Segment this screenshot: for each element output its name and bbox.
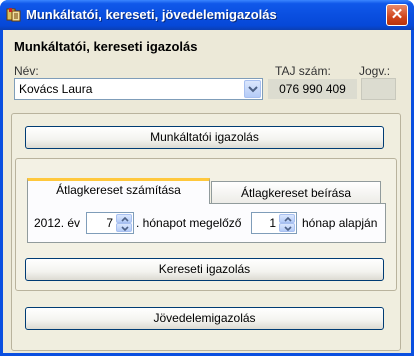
name-combobox[interactable]: Kovács Laura	[14, 78, 263, 100]
months-decrement-button[interactable]	[279, 223, 295, 232]
window-title: Munkáltatói, kereseti, jövedelemigazolás	[26, 7, 277, 22]
month-decrement-button[interactable]	[116, 223, 132, 232]
months-count-stepper[interactable]: 1	[251, 212, 297, 234]
title-bar[interactable]: Munkáltatói, kereseti, jövedelemigazolás…	[0, 0, 414, 30]
income-certificate-button[interactable]: Jövedelemigazolás	[25, 307, 384, 330]
application-window: Munkáltatói, kereseti, jövedelemigazolás…	[0, 0, 414, 356]
app-window-icon	[6, 7, 22, 23]
month-stepper[interactable]: 7	[86, 212, 134, 234]
spin-up-icon	[284, 217, 292, 222]
tab-average-calculation[interactable]: Átlagkereset számítása	[27, 178, 210, 204]
close-icon: ✕	[390, 6, 404, 23]
months-increment-button[interactable]	[279, 214, 295, 223]
tab-average-entry[interactable]: Átlagkereset beírása	[211, 181, 381, 204]
name-combobox-value: Kovács Laura	[19, 82, 93, 96]
window-client-area: Munkáltatói, kereseti igazolás Név: TAJ …	[3, 30, 411, 353]
jogv-field	[361, 78, 396, 100]
close-button[interactable]: ✕	[386, 4, 408, 26]
year-label: 2012. év	[34, 216, 81, 230]
month-value: 7	[106, 216, 113, 230]
jogv-label: Jogv.:	[359, 64, 391, 78]
spin-down-icon	[121, 226, 129, 231]
earnings-certificate-button[interactable]: Kereseti igazolás	[25, 258, 384, 281]
employer-certificate-button[interactable]: Munkáltatói igazolás	[25, 126, 384, 149]
name-label: Név:	[14, 64, 39, 78]
months-count-value: 1	[269, 216, 276, 230]
month-increment-button[interactable]	[116, 214, 132, 223]
name-dropdown-button[interactable]	[244, 80, 261, 98]
chevron-down-icon	[248, 86, 258, 93]
page-title: Munkáltatói, kereseti igazolás	[14, 39, 198, 54]
taj-label: TAJ szám:	[275, 64, 331, 78]
tab-content: 2012. év 7 . hónapot megelőző 1 hónap al…	[27, 203, 386, 243]
month-suffix-label: . hónapot megelőző	[136, 216, 242, 230]
spin-down-icon	[284, 226, 292, 231]
months-suffix-label: hónap alapján	[302, 216, 378, 230]
spin-up-icon	[121, 217, 129, 222]
taj-number-field: 076 990 409	[267, 78, 358, 100]
